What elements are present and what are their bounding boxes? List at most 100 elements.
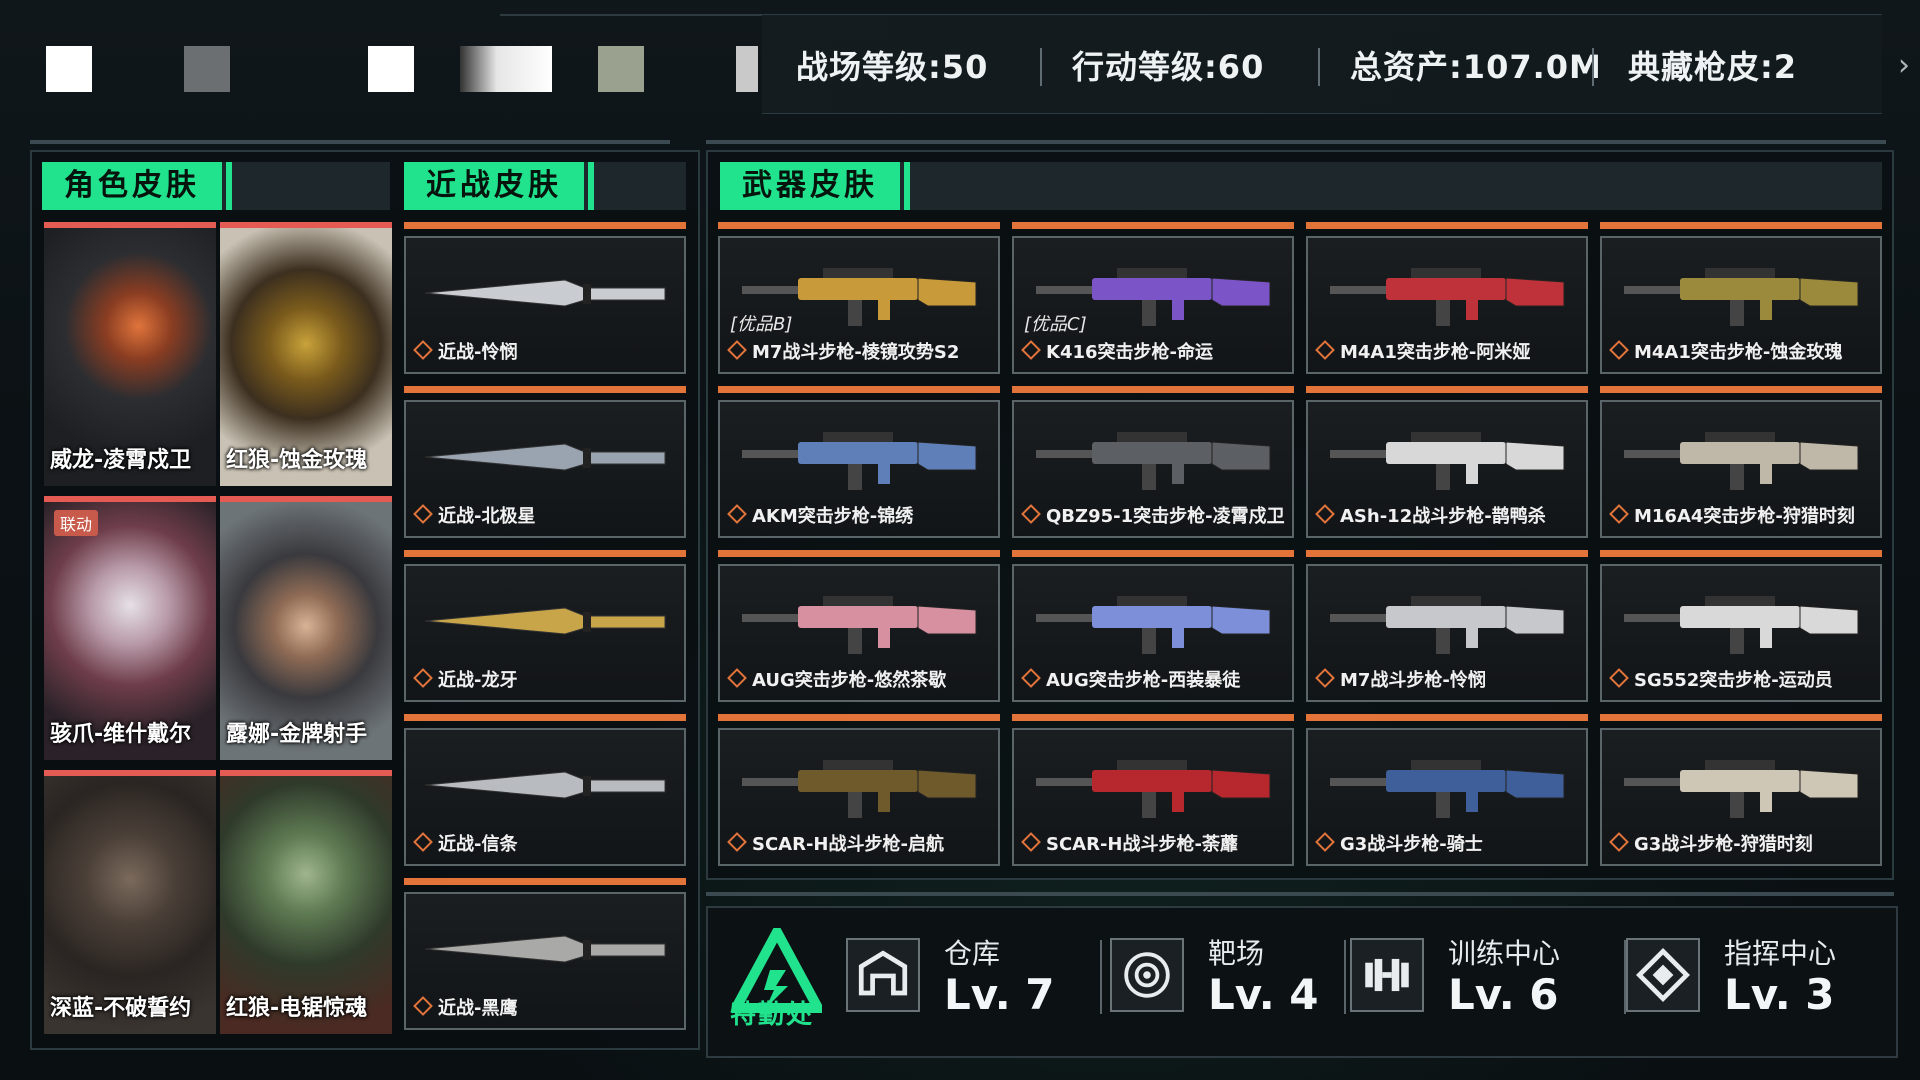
weapon-skin-card[interactable]: SG552突击步枪-运动员 xyxy=(1600,550,1882,702)
rifle-icon xyxy=(1330,432,1565,490)
command-icon xyxy=(1626,938,1700,1012)
weapon-skins-title[interactable]: 武器皮肤 xyxy=(720,162,910,210)
stat-battlefield-level: 战场等级:50 xyxy=(796,48,989,86)
weapon-skin-card[interactable]: [优品B] M7战斗步枪-棱镜攻势S2 xyxy=(718,222,1000,374)
card-frame: 近战-信条 xyxy=(404,728,686,866)
weapon-panel-rule xyxy=(706,892,1894,896)
character-skins-title[interactable]: 角色皮肤 xyxy=(42,162,232,210)
melee-skin-name: 近战-龙牙 xyxy=(413,666,517,692)
rifle-icon xyxy=(1330,596,1565,654)
character-name: 威龙-凌霄戍卫 xyxy=(50,448,192,473)
weapon-skin-name: M4A1突击步枪-阿米娅 xyxy=(1315,338,1530,364)
facility-level: Lv. 3 xyxy=(1724,970,1835,1019)
card-frame: M4A1突击步枪-阿米娅 xyxy=(1306,236,1588,374)
rifle-icon xyxy=(1036,596,1271,654)
card-frame: QBZ95-1突击步枪-凌霄戍卫 xyxy=(1012,400,1294,538)
stat-divider xyxy=(1592,48,1594,86)
melee-skin-name: 近战-信条 xyxy=(413,830,517,856)
weapon-skin-name: M7战斗步枪-怜悯 xyxy=(1315,666,1486,692)
weapon-skin-card[interactable]: AUG突击步枪-悠然茶歇 xyxy=(718,550,1000,702)
character-card[interactable]: 深蓝-不破誓约 xyxy=(44,770,216,1034)
melee-skin-card[interactable]: 近战-黑鹰 xyxy=(404,878,686,1030)
weapon-skin-card[interactable]: ASh-12战斗步枪-鹊鸭杀 xyxy=(1306,386,1588,538)
top-rule-lower xyxy=(706,140,1886,144)
weapon-skin-name: K416突击步枪-命运 xyxy=(1021,338,1213,364)
stat-operation-level: 行动等级:60 xyxy=(1072,48,1265,86)
melee-skins-title[interactable]: 近战皮肤 xyxy=(404,162,594,210)
card-frame: 近战-黑鹰 xyxy=(404,892,686,1030)
card-frame: G3战斗步枪-狩猎时刻 xyxy=(1600,728,1882,866)
facility-level: Lv. 4 xyxy=(1208,970,1319,1019)
avatar-placeholder-5 xyxy=(598,46,644,92)
diamond-icon xyxy=(413,832,433,852)
card-frame: [优品C] K416突击步枪-命运 xyxy=(1012,236,1294,374)
rifle-icon xyxy=(742,432,977,490)
weapon-skin-card[interactable]: SCAR-H战斗步枪-启航 xyxy=(718,714,1000,866)
diamond-icon xyxy=(1315,504,1335,524)
facility-item[interactable]: 指挥中心 Lv. 3 xyxy=(1626,926,1886,1028)
diamond-icon xyxy=(1021,832,1041,852)
weapon-skin-card[interactable]: G3战斗步枪-骑士 xyxy=(1306,714,1588,866)
diamond-icon xyxy=(413,504,433,524)
facility-item[interactable]: 训练中心 Lv. 6 xyxy=(1350,926,1620,1028)
character-card[interactable]: 威龙-凌霄戍卫 xyxy=(44,222,216,486)
character-card[interactable]: 露娜-金牌射手 xyxy=(220,496,392,760)
character-name: 红狼-电锯惊魂 xyxy=(226,996,368,1021)
weapon-skin-card[interactable]: M16A4突击步枪-狩猎时刻 xyxy=(1600,386,1882,538)
facility-divider xyxy=(1344,940,1346,1014)
facility-name: 仓库 xyxy=(944,937,1001,970)
weapon-skin-card[interactable]: M7战斗步枪-怜悯 xyxy=(1306,550,1588,702)
stat-total-assets: 总资产:107.0M xyxy=(1350,48,1602,86)
chevron-right-icon[interactable]: › xyxy=(1898,48,1910,83)
knife-icon xyxy=(424,607,666,635)
facility-item[interactable]: 靶场 Lv. 4 xyxy=(1110,926,1340,1028)
avatar-placeholder-6 xyxy=(736,46,758,92)
weapon-skin-card[interactable]: SCAR-H战斗步枪-荼蘼 xyxy=(1012,714,1294,866)
rifle-icon xyxy=(742,760,977,818)
rifle-icon xyxy=(1036,760,1271,818)
weapon-skin-card[interactable]: M4A1突击步枪-蚀金玫瑰 xyxy=(1600,222,1882,374)
melee-tab-header: 近战皮肤 xyxy=(404,162,686,210)
weapon-skin-name: SCAR-H战斗步枪-启航 xyxy=(727,830,944,856)
melee-skin-card[interactable]: 近战-北极星 xyxy=(404,386,686,538)
character-name: 露娜-金牌射手 xyxy=(226,722,368,747)
card-frame: 近战-龙牙 xyxy=(404,564,686,702)
card-frame: AKM突击步枪-锦绣 xyxy=(718,400,1000,538)
melee-skin-card[interactable]: 近战-怜悯 xyxy=(404,222,686,374)
diamond-icon xyxy=(727,668,747,688)
weapon-skin-card[interactable]: [优品C] K416突击步枪-命运 xyxy=(1012,222,1294,374)
weapon-skin-card[interactable]: AKM突击步枪-锦绣 xyxy=(718,386,1000,538)
target-icon xyxy=(1110,938,1184,1012)
weapon-skin-name: SG552突击步枪-运动员 xyxy=(1609,666,1833,692)
melee-skin-card[interactable]: 近战-龙牙 xyxy=(404,550,686,702)
knife-icon xyxy=(424,771,666,799)
weapon-skin-name: M4A1突击步枪-蚀金玫瑰 xyxy=(1609,338,1842,364)
facility-name: 靶场 xyxy=(1208,937,1265,970)
card-frame: G3战斗步枪-骑士 xyxy=(1306,728,1588,866)
weapon-skin-card[interactable]: M4A1突击步枪-阿米娅 xyxy=(1306,222,1588,374)
weapon-skin-card[interactable]: AUG突击步枪-西装暴徒 xyxy=(1012,550,1294,702)
weapon-skin-name: M7战斗步枪-棱镜攻势S2 xyxy=(727,338,959,364)
card-frame: SCAR-H战斗步枪-荼蘼 xyxy=(1012,728,1294,866)
character-card[interactable]: 红狼-电锯惊魂 xyxy=(220,770,392,1034)
character-card[interactable]: 联动 骇爪-维什戴尔 xyxy=(44,496,216,760)
weapon-skin-card[interactable]: QBZ95-1突击步枪-凌霄戍卫 xyxy=(1012,386,1294,538)
diamond-icon xyxy=(413,668,433,688)
rifle-icon xyxy=(1036,432,1271,490)
weapon-skin-name: G3战斗步枪-骑士 xyxy=(1315,830,1483,856)
diamond-icon xyxy=(1315,832,1335,852)
weapon-skin-name: SCAR-H战斗步枪-荼蘼 xyxy=(1021,830,1238,856)
diamond-icon xyxy=(1609,832,1629,852)
melee-skin-card[interactable]: 近战-信条 xyxy=(404,714,686,866)
character-card[interactable]: 红狼-蚀金玫瑰 xyxy=(220,222,392,486)
card-frame: SCAR-H战斗步枪-启航 xyxy=(718,728,1000,866)
card-frame: M16A4突击步枪-狩猎时刻 xyxy=(1600,400,1882,538)
rifle-icon xyxy=(742,596,977,654)
rifle-icon xyxy=(1624,760,1859,818)
diamond-icon xyxy=(1021,340,1041,360)
avatar-placeholder-3 xyxy=(368,46,414,92)
melee-skin-name: 近战-黑鹰 xyxy=(413,994,517,1020)
facility-item[interactable]: 仓库 Lv. 7 xyxy=(846,926,1096,1028)
diamond-icon xyxy=(413,996,433,1016)
weapon-skin-card[interactable]: G3战斗步枪-狩猎时刻 xyxy=(1600,714,1882,866)
